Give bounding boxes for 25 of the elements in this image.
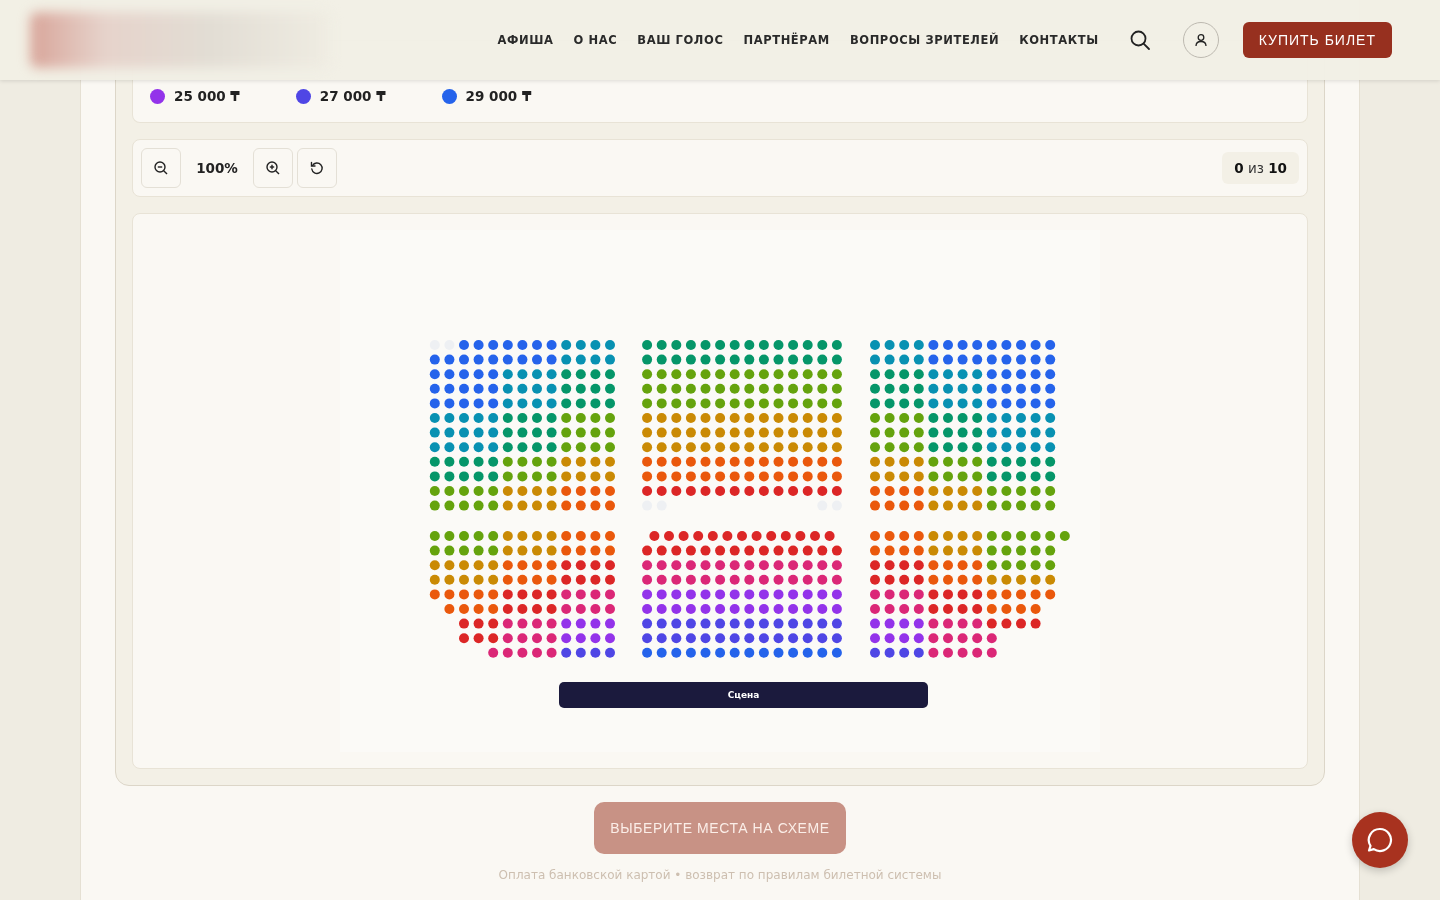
search-icon[interactable]: [1128, 29, 1151, 51]
price-label: 25 000 ₸: [174, 88, 240, 104]
buy-ticket-button[interactable]: КУПИТЬ БИЛЕТ: [1242, 22, 1392, 58]
chat-icon: [1366, 826, 1394, 854]
person-icon: [1193, 33, 1208, 47]
nav-link[interactable]: ВОПРОСЫ ЗРИТЕЛЕЙ: [849, 33, 1000, 47]
zoom-level: 100%: [195, 160, 239, 176]
zoom-in-button[interactable]: [253, 148, 293, 188]
nav-link[interactable]: АФИША: [497, 33, 554, 47]
nav-link[interactable]: ВАШ ГОЛОС: [637, 33, 724, 47]
zoom-out-button[interactable]: [141, 148, 181, 188]
chat-button[interactable]: [1352, 812, 1408, 868]
seat-map-drawing[interactable]: [429, 340, 1070, 658]
selected-counter: 0 из 10: [1222, 152, 1299, 184]
price-label: 29 000 ₸: [465, 88, 532, 104]
zoom-in-icon: [265, 160, 281, 176]
payment-note: Оплата банковской картой • возврат по правилам билетной системы: [498, 868, 942, 882]
nav-link[interactable]: ПАРТНЁРАМ: [743, 33, 830, 47]
zoom-out-icon: [153, 160, 169, 176]
nav-link[interactable]: О НАС: [573, 33, 618, 47]
reset-icon: [309, 160, 325, 176]
nav-link[interactable]: КОНТАКТЫ: [1019, 33, 1099, 47]
stage-label: Сцена: [727, 690, 760, 700]
price-label: 27 000 ₸: [319, 88, 386, 104]
reset-button[interactable]: [297, 148, 337, 188]
